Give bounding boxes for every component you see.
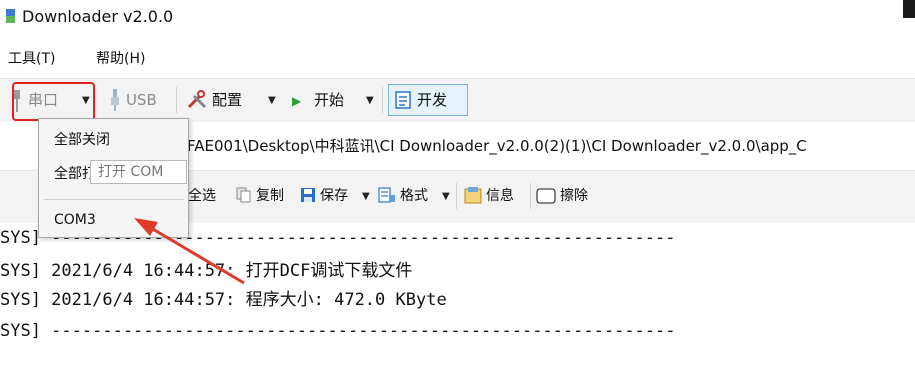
toolbar-separator bbox=[176, 87, 177, 113]
menu-help[interactable]: 帮助(H) bbox=[96, 49, 145, 69]
window-edge bbox=[903, 0, 915, 18]
start-button[interactable]: 开始 bbox=[314, 89, 344, 111]
info-icon bbox=[464, 187, 482, 204]
app-icon bbox=[6, 9, 15, 23]
file-path[interactable]: FAE001\Desktop\中科蓝讯\CI Downloader_v2.0.0… bbox=[187, 135, 915, 157]
format-dropdown-icon[interactable]: ▼ bbox=[442, 186, 450, 208]
save-icon bbox=[301, 188, 315, 202]
serial-highlight-box bbox=[12, 82, 95, 121]
usb-button[interactable]: USB bbox=[126, 89, 157, 111]
toolbar-separator bbox=[456, 183, 457, 209]
toolbar-separator bbox=[530, 183, 531, 209]
tooltip-text: 打开 COM bbox=[98, 164, 164, 180]
config-button[interactable]: 配置 bbox=[212, 89, 242, 111]
config-dropdown-icon[interactable]: ▼ bbox=[268, 90, 276, 112]
log-line: SYS] -----------------------------------… bbox=[0, 321, 676, 341]
play-icon: ▶ bbox=[292, 94, 302, 108]
copy-icon bbox=[236, 187, 251, 203]
menu-item-close-all[interactable]: 全部关闭 bbox=[54, 130, 110, 150]
usb-icon bbox=[111, 89, 119, 111]
copy-button[interactable]: 复制 bbox=[256, 186, 284, 206]
erase-icon bbox=[536, 188, 556, 204]
start-dropdown-icon[interactable]: ▼ bbox=[366, 90, 374, 112]
save-dropdown-icon[interactable]: ▼ bbox=[362, 186, 370, 208]
info-button[interactable]: 信息 bbox=[486, 186, 514, 206]
log-line: SYS] 2021/6/4 16:44:57: 打开DCF调试下载文件 bbox=[0, 261, 413, 281]
select-all-button[interactable]: 全选 bbox=[188, 186, 216, 206]
window-title: Downloader v2.0.0 bbox=[22, 7, 174, 26]
tools-icon bbox=[187, 90, 207, 109]
log-line: SYS] 2021/6/4 16:44:57: 程序大小: 472.0 KByt… bbox=[0, 290, 447, 310]
format-button[interactable]: 格式 bbox=[400, 186, 428, 206]
erase-button[interactable]: 擦除 bbox=[560, 186, 588, 206]
menu-tools[interactable]: 工具(T) bbox=[8, 49, 55, 69]
save-button[interactable]: 保存 bbox=[320, 186, 348, 206]
menu-item-com3[interactable]: COM3 bbox=[54, 210, 96, 230]
toolbar-separator bbox=[382, 87, 383, 113]
document-icon bbox=[395, 91, 411, 109]
format-icon bbox=[378, 187, 395, 203]
develop-button[interactable]: 开发 bbox=[417, 89, 447, 111]
menu-separator bbox=[44, 199, 184, 200]
